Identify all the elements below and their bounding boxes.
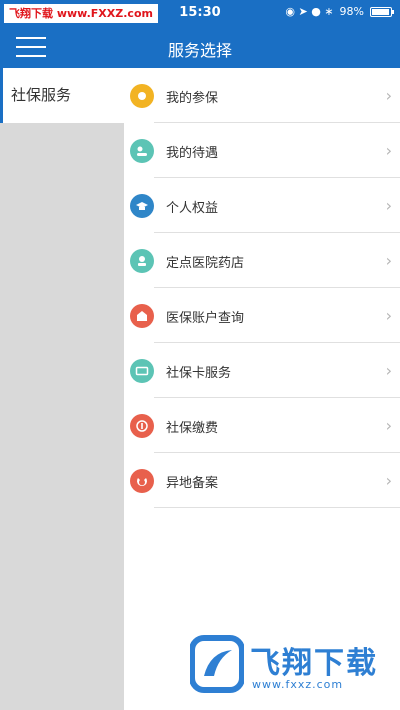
chevron-right-icon: › [385,306,392,325]
service-list: 我的参保 › 我的待遇 › 个人权益 › 定点医院药店 › 医保账户查询 › 社… [124,68,400,508]
service-item-rights[interactable]: 个人权益 › [124,178,400,233]
nav-bar: 服务选择 [0,26,400,68]
battery-percent: 98% [339,5,364,18]
service-label: 定点医院药店 [166,256,245,271]
status-icons: ◉ ➤ ● ∗ 98% [285,5,394,18]
benefits-icon [130,139,154,163]
filing-icon [130,469,154,493]
chevron-right-icon: › [385,251,392,270]
chevron-right-icon: › [385,416,392,435]
status-bar: 飞翔下载 www.FXXZ.com 15:30 ◉ ➤ ● ∗ 98% [0,0,400,26]
service-label: 个人权益 [166,201,219,216]
chevron-right-icon: › [385,86,392,105]
card-icon [130,359,154,383]
medical-account-icon [130,304,154,328]
service-label: 我的参保 [166,91,219,106]
service-item-payment[interactable]: 社保缴费 › [124,398,400,453]
status-system-icons: ◉ ➤ ● ∗ [285,5,334,18]
service-item-insured[interactable]: 我的参保 › [124,68,400,123]
battery-icon [370,6,394,17]
service-item-hospital[interactable]: 定点医院药店 › [124,233,400,288]
service-item-medical-account[interactable]: 医保账户查询 › [124,288,400,343]
sidebar: 社保服务 [0,68,124,710]
service-item-filing[interactable]: 异地备案 › [124,453,400,508]
chevron-right-icon: › [385,361,392,380]
payment-icon [130,414,154,438]
service-label: 异地备案 [166,476,219,491]
watermark-logo-url: www.fxxz.com [252,678,344,691]
logo-mark-icon [190,635,244,693]
hospital-icon [130,249,154,273]
service-item-benefits[interactable]: 我的待遇 › [124,123,400,178]
chevron-right-icon: › [385,471,392,490]
divider [154,507,400,508]
service-label: 医保账户查询 [166,311,245,326]
sidebar-item-social-security[interactable]: 社保服务 [0,68,124,123]
chevron-right-icon: › [385,141,392,160]
chevron-right-icon: › [385,196,392,215]
service-item-card[interactable]: 社保卡服务 › [124,343,400,398]
rights-icon [130,194,154,218]
watermark-logo-text: 飞翔下载 [250,646,378,681]
service-label: 社保卡服务 [166,366,232,381]
service-label: 我的待遇 [166,146,219,161]
page-title: 服务选择 [167,41,232,60]
insured-icon [130,84,154,108]
watermark-logo: 飞翔下载 www.fxxz.com [190,634,390,698]
service-label: 社保缴费 [166,421,219,436]
